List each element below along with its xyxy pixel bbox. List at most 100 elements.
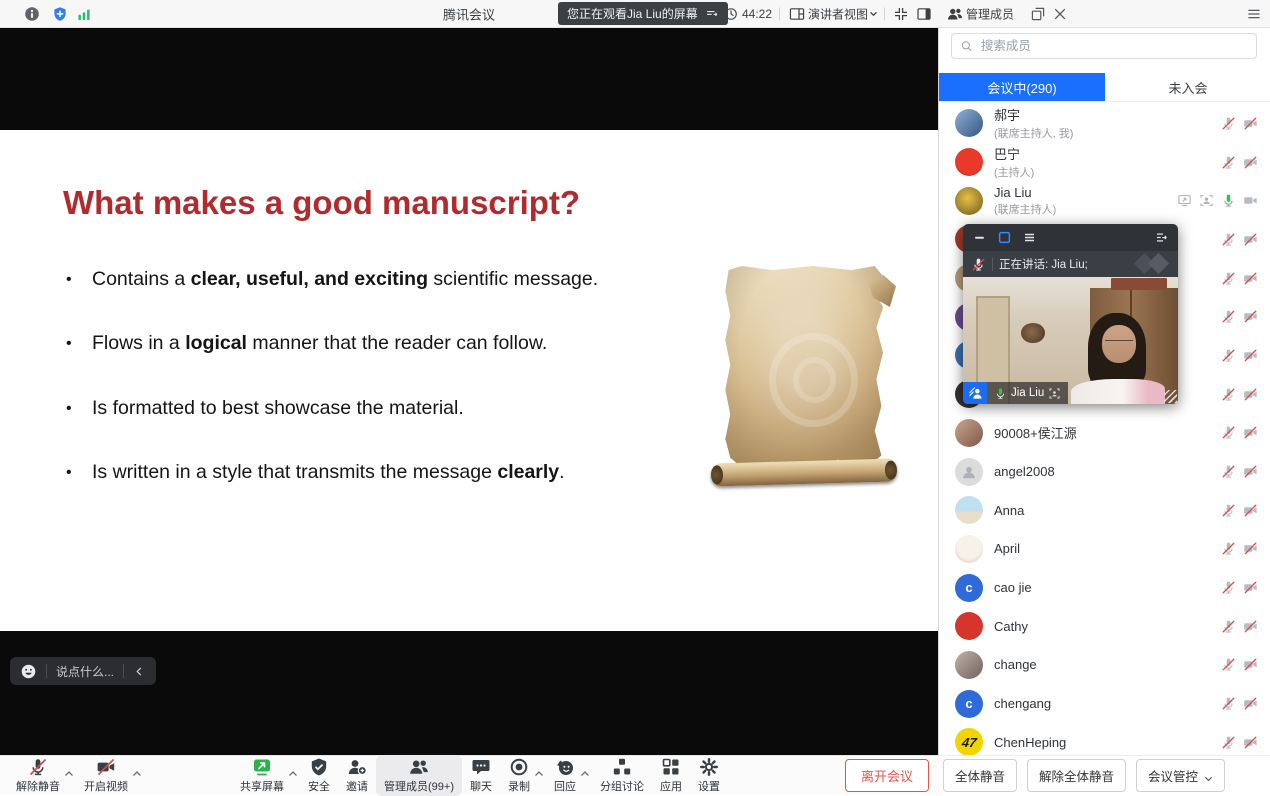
toolbar-item-invite[interactable]: 邀请 [338,755,376,796]
chat-input-placeholder[interactable]: 说点什么... [56,663,114,680]
collapse-panel-icon[interactable] [1154,230,1169,245]
participant-row[interactable]: 47 ChenHeping [939,723,1270,755]
participant-row[interactable]: c chengang [939,684,1270,723]
participant-row[interactable]: 90008+侯江源 [939,414,1270,453]
view-mode-selector[interactable]: 演讲者视图 [808,5,868,22]
participant-row[interactable]: Jia Liu (联席主持人) [939,181,1270,220]
floating-video-window[interactable]: 正在讲话: Jia Liu; Jia Liu [963,224,1178,404]
chevron-up-icon[interactable] [534,765,544,773]
participant-row[interactable]: c cao jie [939,568,1270,607]
camera-muted-icon[interactable] [1243,116,1258,131]
minimize-icon[interactable] [972,230,987,245]
toolbar-item-settings[interactable]: 设置 [690,755,728,796]
mic-muted-icon[interactable] [1221,232,1236,247]
camera-muted-icon[interactable] [1243,657,1258,672]
camera-muted-icon[interactable] [1243,696,1258,711]
footer-button-1[interactable]: 解除全体静音 [1027,759,1126,792]
list-view-icon[interactable] [1022,230,1037,245]
camera-muted-icon[interactable] [1243,387,1258,402]
search-box[interactable] [951,33,1257,59]
participant-row[interactable]: Anna [939,491,1270,530]
camera-muted-icon[interactable] [1243,541,1258,556]
mic-muted-icon[interactable] [1221,464,1236,479]
screen-sharing-icon[interactable] [1177,193,1192,208]
participant-row[interactable]: Cathy [939,607,1270,646]
participant-row[interactable]: April [939,530,1270,569]
info-icon[interactable] [24,6,40,22]
search-input[interactable] [979,38,1248,54]
camera-muted-icon[interactable] [1243,348,1258,363]
member-tab-0[interactable]: 会议中(290) [939,73,1105,101]
toolbar-item-members[interactable]: 管理成员(99+) [376,755,462,796]
toolbar-item-record[interactable]: 录制 [500,755,538,796]
chevron-up-icon[interactable] [132,765,142,773]
mic-muted-icon[interactable] [1221,657,1236,672]
camera-muted-icon[interactable] [1243,425,1258,440]
member-tab-1[interactable]: 未入会 [1105,73,1270,101]
toolbar-item-start-video[interactable]: 开启视频 [76,755,136,796]
camera-muted-icon[interactable] [1243,503,1258,518]
toolbar-item-reaction[interactable]: 回应 [546,755,584,796]
emoji-icon[interactable] [20,663,37,680]
camera-muted-icon[interactable] [1243,619,1258,634]
participant-row[interactable]: change [939,646,1270,685]
banner-list-icon[interactable] [705,7,719,21]
footer-button-2[interactable]: 会议管控 [1136,759,1225,792]
person-frame-icon[interactable] [1048,387,1061,400]
camera-muted-icon[interactable] [1243,309,1258,324]
mic-muted-icon[interactable] [1221,348,1236,363]
video-window-titlebar[interactable] [963,224,1178,251]
camera-muted-icon[interactable] [1243,155,1258,170]
camera-muted-icon[interactable] [1243,580,1258,595]
decoration [1148,253,1169,274]
toolbar-item-chat[interactable]: 聊天 [462,755,500,796]
toolbar-item-security[interactable]: 安全 [300,755,338,796]
mic-live-icon[interactable] [1221,193,1236,208]
mic-muted-icon[interactable] [1221,387,1236,402]
participant-row[interactable]: angel2008 [939,452,1270,491]
menu-icon[interactable] [1246,6,1262,22]
mic-muted-icon[interactable] [1221,309,1236,324]
focus-icon[interactable] [1199,193,1214,208]
camera-muted-icon[interactable] [1243,271,1258,286]
mic-muted-icon[interactable] [1221,735,1236,750]
participant-row[interactable]: 郝宇 (联席主持人, 我) [939,104,1270,143]
chevron-up-icon[interactable] [288,765,298,773]
popout-icon[interactable] [1030,6,1046,22]
mic-muted-icon[interactable] [1221,116,1236,131]
mic-muted-icon[interactable] [1221,580,1236,595]
fullscreen-icon[interactable] [893,6,909,22]
chevron-up-icon[interactable] [580,765,590,773]
layout-view-icon[interactable] [789,6,805,22]
participant-list[interactable]: 郝宇 (联席主持人, 我) 巴宁 (主持人) Jia Liu (联席主持人) [939,104,1270,755]
toolbar-item-apps[interactable]: 应用 [652,755,690,796]
my-mic-muted-icon[interactable] [971,257,986,272]
participant-row[interactable]: 巴宁 (主持人) [939,143,1270,182]
camera-off-icon[interactable] [1243,193,1258,208]
mic-muted-icon[interactable] [1221,271,1236,286]
chevron-down-icon[interactable] [869,9,878,18]
quick-chat-bar[interactable]: 说点什么... [10,657,156,685]
mic-muted-icon[interactable] [1221,155,1236,170]
mic-muted-icon[interactable] [1221,696,1236,711]
mic-muted-icon[interactable] [1221,541,1236,556]
mic-muted-icon[interactable] [1221,425,1236,440]
toolbar-item-breakout[interactable]: 分组讨论 [592,755,652,796]
grid-view-icon[interactable] [997,230,1012,245]
security-shield-icon[interactable] [52,6,68,22]
mic-muted-icon[interactable] [1221,503,1236,518]
watching-banner[interactable]: 您正在观看Jia Liu的屏幕 [558,2,728,25]
chevron-up-icon[interactable] [64,765,74,773]
close-icon[interactable] [1052,6,1068,22]
footer-button-0[interactable]: 全体静音 [943,759,1017,792]
camera-muted-icon[interactable] [1243,735,1258,750]
toolbar-item-share-screen[interactable]: 共享屏幕 [232,755,292,796]
toolbar-item-unmute[interactable]: 解除静音 [8,755,68,796]
resize-handle[interactable] [1164,390,1177,403]
side-panel-icon[interactable] [916,6,932,22]
collapse-chat-icon[interactable] [133,665,146,678]
mic-muted-icon[interactable] [1221,619,1236,634]
leave-meeting-button[interactable]: 离开会议 [845,759,929,792]
camera-muted-icon[interactable] [1243,464,1258,479]
camera-muted-icon[interactable] [1243,232,1258,247]
